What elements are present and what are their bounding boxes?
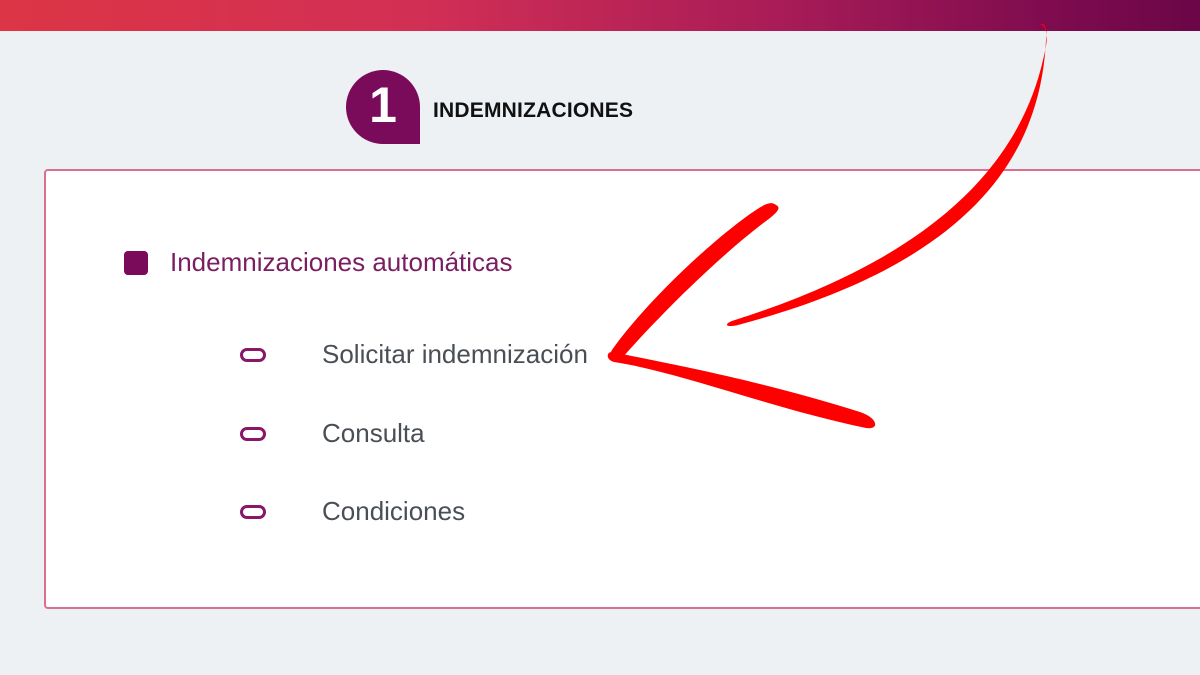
menu-item-consulta[interactable]: Consulta [240,418,425,449]
menu-panel [44,169,1200,609]
step-title: INDEMNIZACIONES [433,99,634,122]
menu-item-label: Condiciones [322,496,466,526]
menu-item-label: Consulta [322,418,425,448]
pill-bullet-icon [240,504,266,519]
section-indemnizaciones-automaticas[interactable]: Indemnizaciones automáticas [124,247,513,278]
pill-bullet-icon [240,426,266,441]
square-bullet-icon [124,250,148,275]
menu-item-solicitar-indemnizacion[interactable]: Solicitar indemnización [240,339,588,370]
top-gradient-bar [0,0,1200,31]
pill-bullet-icon [240,347,266,362]
menu-item-condiciones[interactable]: Condiciones [240,496,465,527]
step-number: 1 [369,77,397,133]
step-number-badge: 1 [346,70,420,144]
menu-item-label: Solicitar indemnización [322,339,588,369]
section-label: Indemnizaciones automáticas [170,247,513,277]
